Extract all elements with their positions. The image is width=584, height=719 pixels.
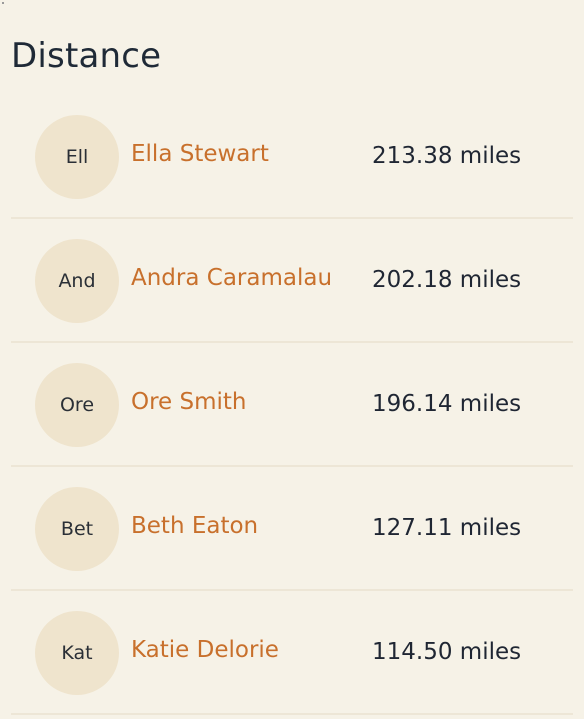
user-name-link[interactable]: Katie Delorie [131, 637, 279, 663]
distance-value: 202.18 miles [372, 267, 522, 293]
distance-value: 213.38 miles [372, 143, 522, 169]
corner-marker [2, 2, 4, 4]
user-name-link[interactable]: Andra Caramalau [131, 265, 332, 291]
avatar: And [35, 239, 119, 323]
distance-value: 127.11 miles [372, 515, 522, 541]
avatar: Kat [35, 611, 119, 695]
list-item[interactable]: Ore Ore Smith 196.14 miles [11, 343, 573, 467]
distance-value: 114.50 miles [372, 639, 522, 665]
list-item[interactable]: Bet Beth Eaton 127.11 miles [11, 467, 573, 591]
avatar: Ore [35, 363, 119, 447]
distance-leaderboard: Ell Ella Stewart 213.38 miles And Andra … [11, 95, 573, 715]
avatar: Ell [35, 115, 119, 199]
user-name-link[interactable]: Beth Eaton [131, 513, 258, 539]
list-item[interactable]: Kat Katie Delorie 114.50 miles [11, 591, 573, 715]
user-name-link[interactable]: Ore Smith [131, 389, 247, 415]
list-item[interactable]: Ell Ella Stewart 213.38 miles [11, 95, 573, 219]
avatar: Bet [35, 487, 119, 571]
page-title: Distance [11, 36, 162, 76]
user-name-link[interactable]: Ella Stewart [131, 141, 269, 167]
list-item[interactable]: And Andra Caramalau 202.18 miles [11, 219, 573, 343]
distance-value: 196.14 miles [372, 391, 522, 417]
